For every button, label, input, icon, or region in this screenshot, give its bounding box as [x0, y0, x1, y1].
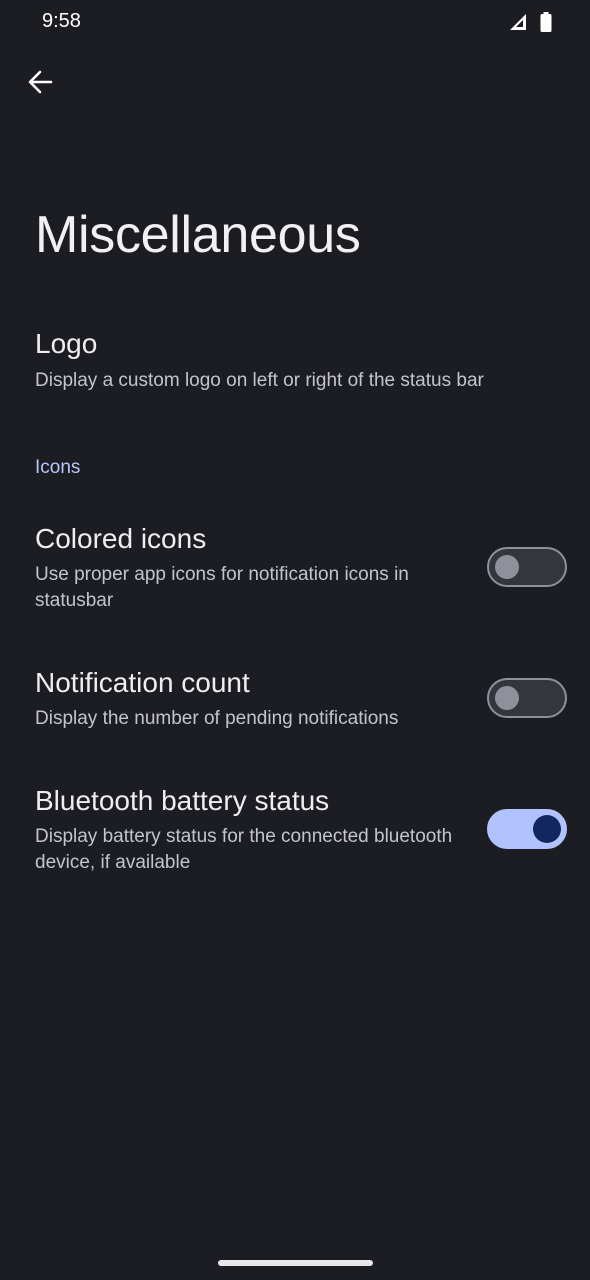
pref-bluetooth-battery[interactable]: Bluetooth battery status Display battery… — [0, 770, 590, 890]
pref-logo-summary: Display a custom logo on left or right o… — [35, 370, 484, 391]
pref-notification-count-summary: Display the number of pending notificati… — [35, 708, 399, 729]
pref-logo-title: Logo — [35, 328, 98, 359]
switch-thumb — [495, 555, 519, 579]
pref-colored-icons-summary: Use proper app icons for notification ic… — [35, 564, 409, 611]
back-button[interactable] — [20, 64, 60, 104]
pref-notification-count-title: Notification count — [35, 667, 250, 698]
pref-bluetooth-battery-title: Bluetooth battery status — [35, 785, 330, 816]
colored-icons-switch[interactable] — [487, 547, 567, 587]
category-header-icons: Icons — [35, 457, 81, 478]
notification-count-switch[interactable] — [487, 678, 567, 718]
gesture-nav-handle[interactable] — [218, 1260, 373, 1266]
pref-logo[interactable]: Logo Display a custom logo on left or ri… — [0, 315, 590, 415]
pref-colored-icons[interactable]: Colored icons Use proper app icons for n… — [0, 510, 590, 630]
pref-notification-count[interactable]: Notification count Display the number of… — [0, 655, 590, 745]
pref-colored-icons-title: Colored icons — [35, 523, 207, 554]
battery-icon — [540, 12, 552, 37]
bluetooth-battery-switch[interactable] — [487, 809, 567, 849]
status-time: 9:58 — [42, 10, 81, 32]
switch-thumb — [533, 815, 561, 843]
switch-thumb — [495, 686, 519, 710]
arrow-back-icon — [27, 69, 53, 100]
page-title: Miscellaneous — [35, 206, 361, 264]
status-bar: 9:58 — [0, 0, 590, 44]
pref-bluetooth-battery-summary: Display battery status for the connected… — [35, 826, 453, 873]
status-icons — [508, 12, 552, 37]
signal-icon — [508, 12, 528, 37]
